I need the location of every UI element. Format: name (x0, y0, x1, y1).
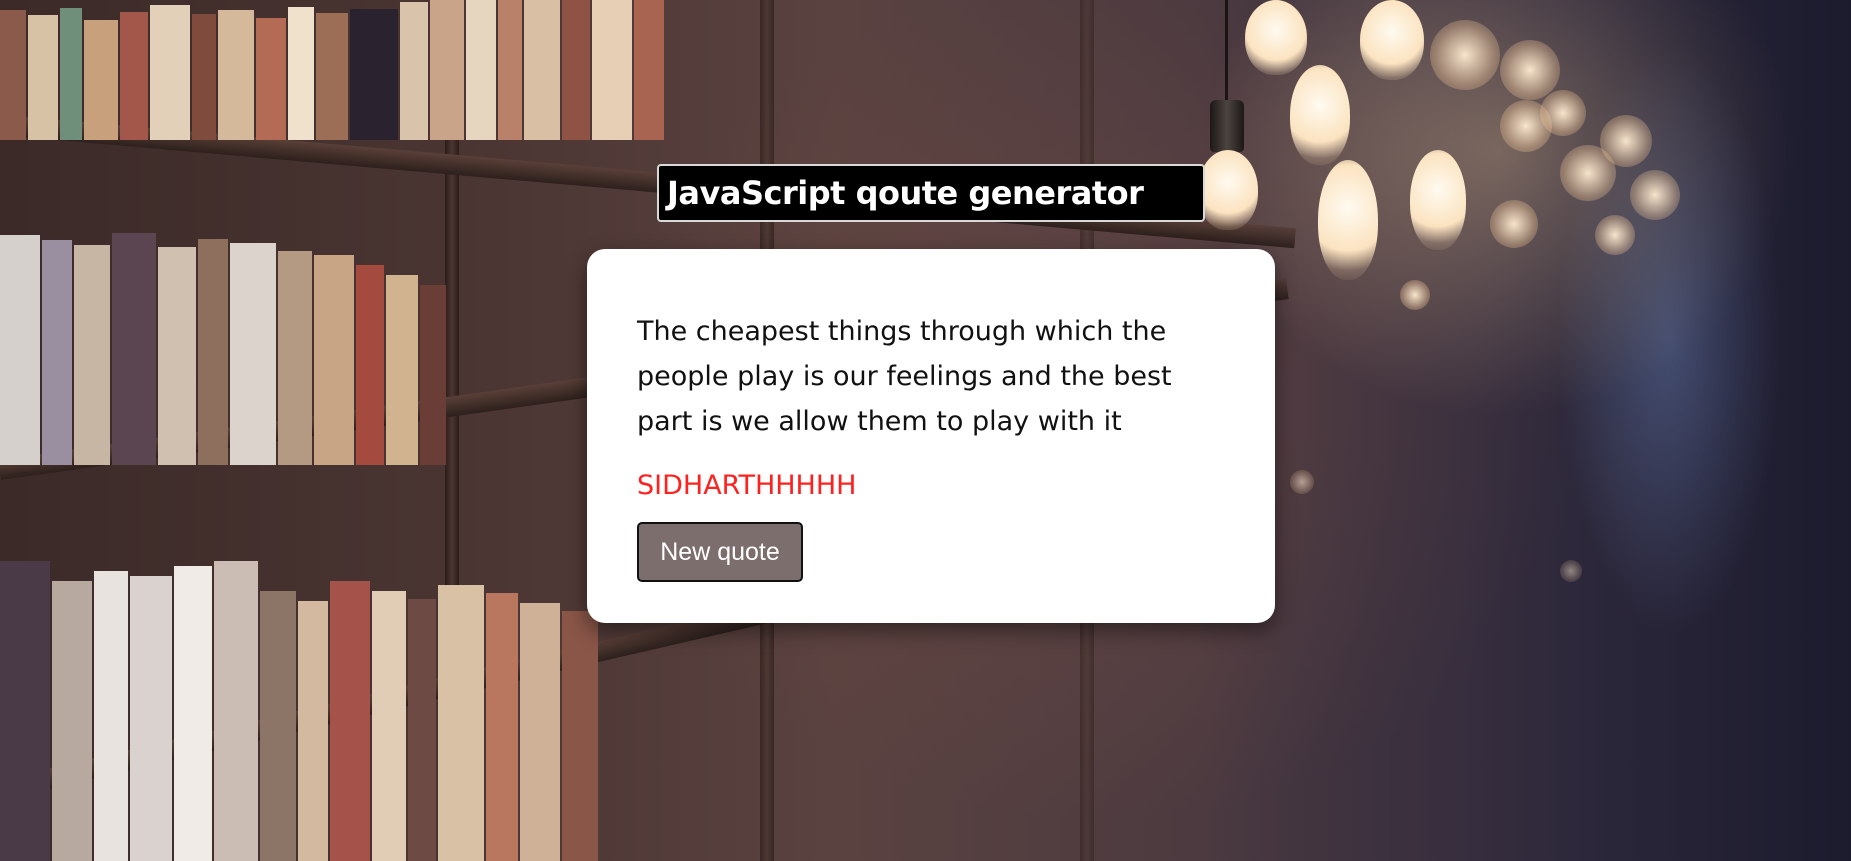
book (0, 561, 50, 861)
book (316, 13, 348, 140)
book (330, 581, 370, 861)
book (408, 599, 436, 861)
book (230, 243, 276, 465)
new-quote-button[interactable]: New quote (637, 522, 803, 582)
book (524, 0, 560, 140)
light-bulb (1198, 150, 1258, 230)
bokeh-light (1430, 20, 1500, 90)
light-bulb (1410, 150, 1466, 250)
bokeh-light (1500, 40, 1560, 100)
book (120, 12, 148, 140)
book (350, 9, 398, 140)
book (158, 247, 196, 465)
quote-text: The cheapest things through which the pe… (637, 316, 1172, 437)
page-title-banner: JavaScript qoute generator (657, 164, 1205, 222)
book (52, 581, 92, 861)
book (420, 285, 446, 465)
book (278, 251, 312, 465)
light-bulb (1360, 0, 1424, 80)
quote-author: SIDHARTHHHHH (637, 470, 857, 501)
bokeh-light (1560, 560, 1582, 582)
book (486, 593, 518, 861)
bokeh-light (1630, 170, 1680, 220)
book (438, 585, 484, 861)
book (94, 571, 128, 861)
books-row-top (0, 0, 666, 140)
book (256, 18, 286, 140)
light-bulb (1318, 160, 1378, 280)
light-socket (1210, 100, 1244, 152)
book (498, 0, 522, 140)
book (150, 5, 190, 140)
book (260, 591, 296, 861)
light-bulb (1290, 65, 1350, 165)
book (0, 235, 40, 465)
quote-card: The cheapest things through which the pe… (587, 249, 1275, 623)
book (84, 20, 118, 140)
book (74, 245, 110, 465)
book (386, 275, 418, 465)
light-bulb (1245, 0, 1307, 75)
book (562, 0, 590, 140)
books-row-middle (0, 215, 448, 465)
bokeh-light (1595, 215, 1635, 255)
book (562, 611, 598, 861)
bokeh-light (1600, 115, 1652, 167)
page-title: JavaScript qoute generator (667, 174, 1144, 212)
book (288, 7, 314, 140)
book (466, 0, 496, 140)
book (130, 576, 172, 861)
bokeh-light (1290, 470, 1314, 494)
book (592, 0, 632, 140)
bokeh-light (1490, 200, 1538, 248)
book (42, 240, 72, 465)
book (520, 603, 560, 861)
book (356, 265, 384, 465)
light-cord (1225, 0, 1228, 110)
book (112, 233, 156, 465)
book (372, 591, 406, 861)
book (28, 15, 58, 140)
book (214, 561, 258, 861)
bokeh-light (1540, 90, 1586, 136)
book (192, 14, 216, 140)
book (314, 255, 354, 465)
book (298, 601, 328, 861)
book (0, 10, 26, 140)
book (60, 8, 82, 140)
book (430, 0, 464, 140)
book (174, 566, 212, 861)
book (400, 2, 428, 140)
book (198, 239, 228, 465)
bokeh-light (1400, 280, 1430, 310)
book (218, 10, 254, 140)
book (634, 0, 664, 140)
books-row-bottom (0, 540, 600, 861)
